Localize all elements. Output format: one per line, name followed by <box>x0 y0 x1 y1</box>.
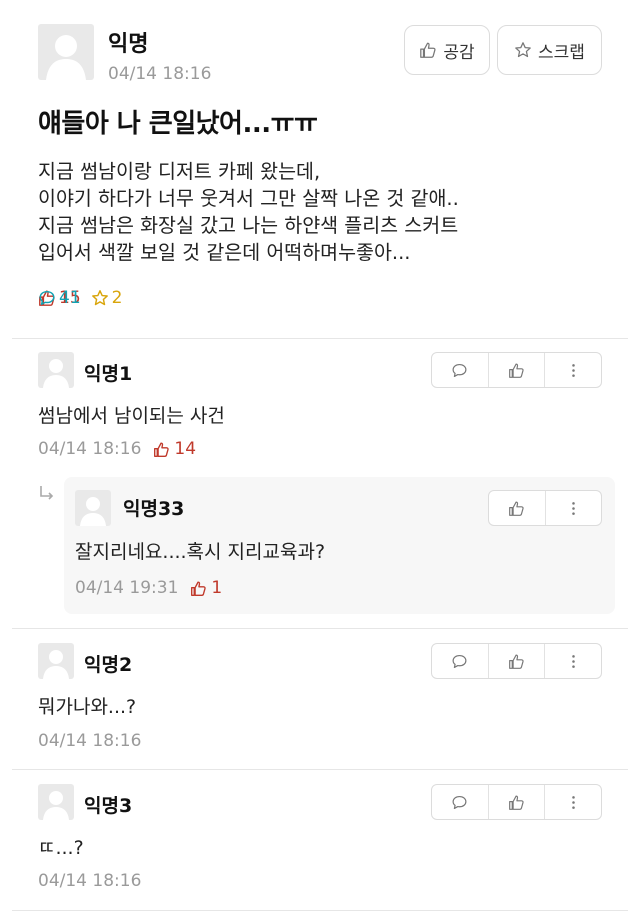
comment-time: 04/14 18:16 <box>38 731 142 751</box>
default-avatar-icon <box>46 35 86 80</box>
comment-time: 04/14 18:16 <box>38 439 142 459</box>
reply-vote-count: 1 <box>190 578 222 598</box>
comment-vote-count: 14 <box>153 439 196 459</box>
scrap-button-label: 스크랩 <box>538 42 585 63</box>
post-body: 지금 썸남이랑 디저트 카페 왔는데, 이야기 하다가 너무 웃겨서 그만 살짝… <box>38 158 608 266</box>
post-article: 익명 04/14 18:16 공감 스크랩 얘들아 나 큰일났어...ㅠㅠ 지금… <box>0 0 640 338</box>
scrap-button[interactable]: 스크랩 <box>497 25 602 75</box>
reply-button[interactable] <box>432 644 489 678</box>
reply-text: 잘지리네요....혹시 지리교육과? <box>75 541 326 563</box>
more-button[interactable] <box>545 785 601 819</box>
speech-bubble-icon <box>39 290 55 306</box>
reply-vote-value: 1 <box>211 578 223 598</box>
thumbs-up-icon <box>420 42 436 58</box>
comment-avatar <box>38 784 74 820</box>
comment-actions <box>431 643 602 679</box>
reply-avatar <box>75 490 111 526</box>
more-button[interactable] <box>546 491 602 525</box>
reply-arrow-icon <box>40 486 54 500</box>
star-icon <box>515 42 531 58</box>
comment-time: 04/14 18:16 <box>38 871 142 891</box>
post-body-line: 입어서 색깔 보일 것 같은데 어떡하며누좋아... <box>38 241 411 264</box>
speech-bubble-icon <box>452 795 467 809</box>
reply-button[interactable] <box>432 353 489 387</box>
thumbs-up-icon <box>509 501 524 516</box>
vote-button[interactable] <box>489 353 546 387</box>
reply-actions <box>488 490 602 526</box>
like-button[interactable]: 공감 <box>404 25 490 75</box>
comment-avatar <box>38 352 74 388</box>
comment-count-value: 41 <box>59 288 81 308</box>
comment-text: ㄸ...? <box>38 837 84 859</box>
divider <box>12 769 628 770</box>
default-avatar-icon <box>43 650 69 679</box>
post-body-line: 이야기 하다가 너무 웃겨서 그만 살짝 나온 것 같애.. <box>38 187 459 210</box>
post-author: 익명 <box>108 32 149 57</box>
reply-meta: 04/14 19:31 1 <box>75 578 222 598</box>
vertical-dots-icon <box>571 501 575 515</box>
post-title: 얘들아 나 큰일났어...ㅠㅠ <box>38 109 318 139</box>
author-avatar <box>38 24 94 80</box>
thumbs-up-icon <box>509 363 524 378</box>
vote-button[interactable] <box>489 785 546 819</box>
comment-vote-value: 14 <box>174 439 197 459</box>
thumbs-up-icon <box>154 441 170 457</box>
post-body-line: 지금 썸남은 화장실 갔고 나는 하얀색 플리츠 스커트 <box>38 214 459 237</box>
speech-bubble-icon <box>452 654 467 668</box>
comment-meta: 04/14 18:16 <box>38 871 141 891</box>
reply-button[interactable] <box>432 785 489 819</box>
default-avatar-icon <box>43 359 69 388</box>
comment-author: 익명3 <box>84 795 133 817</box>
comment-meta: 04/14 18:16 <box>38 731 141 751</box>
vertical-dots-icon <box>571 654 575 668</box>
post-stats: 15 41 2 <box>38 288 132 308</box>
vertical-dots-icon <box>571 795 575 809</box>
default-avatar-icon <box>43 791 69 820</box>
vote-button[interactable] <box>489 491 546 525</box>
more-button[interactable] <box>545 353 601 387</box>
vertical-dots-icon <box>571 363 575 377</box>
comment-actions <box>431 352 602 388</box>
thumbs-up-icon <box>509 795 524 810</box>
post-time: 04/14 18:16 <box>108 64 212 84</box>
comment-author: 익명2 <box>84 654 133 676</box>
more-button[interactable] <box>545 644 601 678</box>
comment-author: 익명1 <box>84 363 133 385</box>
comment-text: 뭐가나와...? <box>38 696 137 718</box>
thumbs-up-icon <box>191 580 207 596</box>
like-button-label: 공감 <box>443 42 475 63</box>
divider <box>12 910 628 911</box>
comment-actions <box>431 784 602 820</box>
comment-meta: 04/14 18:16 14 <box>38 439 196 459</box>
speech-bubble-icon <box>452 363 467 377</box>
vote-button[interactable] <box>489 644 546 678</box>
comment-count: 41 <box>38 288 640 308</box>
reply-author: 익명33 <box>123 498 185 520</box>
thumbs-up-icon <box>509 654 524 669</box>
default-avatar-icon <box>80 497 106 526</box>
post-body-line: 지금 썸남이랑 디저트 카페 왔는데, <box>38 160 321 183</box>
comment-avatar <box>38 643 74 679</box>
reply-time: 04/14 19:31 <box>75 578 179 598</box>
comment-text: 썸남에서 남이되는 사건 <box>38 405 225 427</box>
divider <box>12 628 628 629</box>
divider <box>12 338 628 339</box>
